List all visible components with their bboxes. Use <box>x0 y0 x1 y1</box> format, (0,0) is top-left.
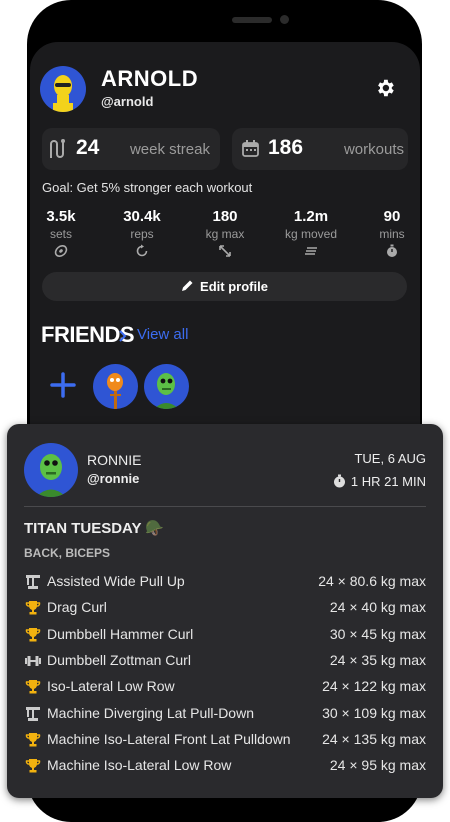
streak-value: 24 <box>76 136 100 159</box>
metric-reps: 30.4k reps <box>112 208 172 258</box>
streak-card[interactable]: 24 week streak <box>42 128 220 170</box>
metric-label: sets <box>49 227 72 241</box>
post-divider <box>24 506 426 507</box>
exercise-value: 24 × 95 kg max <box>329 757 426 773</box>
machine-icon <box>26 575 40 589</box>
edit-profile-button[interactable]: Edit profile <box>42 272 407 301</box>
trophy-icon <box>25 733 41 747</box>
view-all-link[interactable]: View all <box>137 326 188 343</box>
exercise-value: 24 × 122 kg max <box>322 678 426 694</box>
trophy-icon <box>25 680 41 694</box>
repeat-icon <box>136 244 148 257</box>
metric-value: 3.5k <box>46 208 76 225</box>
expand-arrows-icon <box>219 245 231 257</box>
stopwatch-icon <box>387 244 397 257</box>
metric-label: kg max <box>205 227 245 241</box>
exercise-row[interactable]: Assisted Wide Pull Up 24 × 80.6 kg max <box>25 572 426 592</box>
exercise-row[interactable]: Machine Iso-Lateral Front Lat Pulldown 2… <box>25 730 426 750</box>
friend-avatar[interactable] <box>144 364 189 409</box>
lines-icon <box>305 247 317 255</box>
trophy-icon <box>25 601 41 615</box>
settings-gear-icon[interactable] <box>374 77 396 104</box>
dumbbell-icon <box>25 656 41 666</box>
exercise-value: 30 × 45 kg max <box>329 626 426 642</box>
speaker-slot <box>232 17 272 23</box>
profile-handle: @arnold <box>101 94 154 109</box>
exercise-row[interactable]: Dumbbell Zottman Curl 24 × 35 kg max <box>25 651 426 671</box>
exercise-value: 24 × 80.6 kg max <box>318 573 426 589</box>
streak-label: week streak <box>129 141 210 158</box>
workout-title: TITAN TUESDAY 🪖 <box>24 520 165 537</box>
profile-name: ARNOLD <box>101 66 199 91</box>
exercise-row[interactable]: Drag Curl 24 × 40 kg max <box>25 598 426 618</box>
metric-sets: 3.5k sets <box>31 208 91 258</box>
exercise-value: 24 × 135 kg max <box>322 731 426 747</box>
metric-label: reps <box>130 227 154 241</box>
front-camera <box>280 15 289 24</box>
exercise-value: 24 × 35 kg max <box>329 652 426 668</box>
stopwatch-icon <box>333 474 345 488</box>
exercise-name: Machine Diverging Lat Pull-Down <box>47 705 254 721</box>
exercise-row[interactable]: Dumbbell Hammer Curl 30 × 45 kg max <box>25 625 426 645</box>
exercise-name: Assisted Wide Pull Up <box>47 573 185 589</box>
workouts-value: 186 <box>268 136 304 159</box>
post-duration-text: 1 HR 21 MIN <box>350 474 426 489</box>
metric-kg-max: 180 kg max <box>195 208 255 258</box>
exercise-row[interactable]: Machine Diverging Lat Pull-Down 30 × 109… <box>25 704 426 724</box>
metric-value: 1.2m <box>293 208 329 225</box>
exercise-value: 30 × 109 kg max <box>322 705 426 721</box>
goal-text: Goal: Get 5% stronger each workout <box>42 180 253 195</box>
profile-avatar[interactable] <box>40 66 86 112</box>
exercise-row[interactable]: Machine Iso-Lateral Low Row 24 × 95 kg m… <box>25 756 426 776</box>
workout-subtitle: BACK, BICEPS <box>24 546 111 560</box>
post-author-name: RONNIE <box>87 452 142 468</box>
metric-value: 90 <box>383 208 401 225</box>
metric-value: 30.4k <box>123 208 161 225</box>
trophy-icon <box>25 759 41 773</box>
post-author-handle: @ronnie <box>87 471 140 486</box>
exercise-row[interactable]: Iso-Lateral Low Row 24 × 122 kg max <box>25 677 426 697</box>
exercise-name: Dumbbell Hammer Curl <box>47 626 194 642</box>
workouts-card[interactable]: 186 workouts <box>232 128 408 170</box>
friend-avatar[interactable] <box>93 364 138 409</box>
machine-icon <box>26 707 40 721</box>
add-friend-plus-icon[interactable] <box>49 371 77 404</box>
exercise-name: Machine Iso-Lateral Low Row <box>47 757 232 773</box>
metric-label: mins <box>379 227 405 241</box>
pencil-icon <box>182 280 193 291</box>
edit-profile-label: Edit profile <box>200 279 268 294</box>
metric-kg-moved: 1.2m kg moved <box>281 208 341 258</box>
post-author-avatar[interactable] <box>24 443 78 497</box>
workouts-label: workouts <box>343 141 404 158</box>
streak-icon <box>48 138 66 165</box>
weight-plate-icon <box>54 245 68 257</box>
post-date: TUE, 6 AUG <box>354 451 426 466</box>
exercise-name: Machine Iso-Lateral Front Lat Pulldown <box>47 731 291 747</box>
metric-value: 180 <box>212 208 238 225</box>
calendar-icon <box>242 140 259 162</box>
post-duration: 1 HR 21 MIN <box>333 474 426 489</box>
exercise-name: Iso-Lateral Low Row <box>47 678 175 694</box>
metric-label: kg moved <box>284 227 338 241</box>
chevron-right-icon[interactable] <box>118 329 127 347</box>
exercise-name: Drag Curl <box>47 599 107 615</box>
exercise-value: 24 × 40 kg max <box>329 599 426 615</box>
exercise-name: Dumbbell Zottman Curl <box>47 652 191 668</box>
metric-mins: 90 mins <box>362 208 422 258</box>
trophy-icon <box>25 628 41 642</box>
